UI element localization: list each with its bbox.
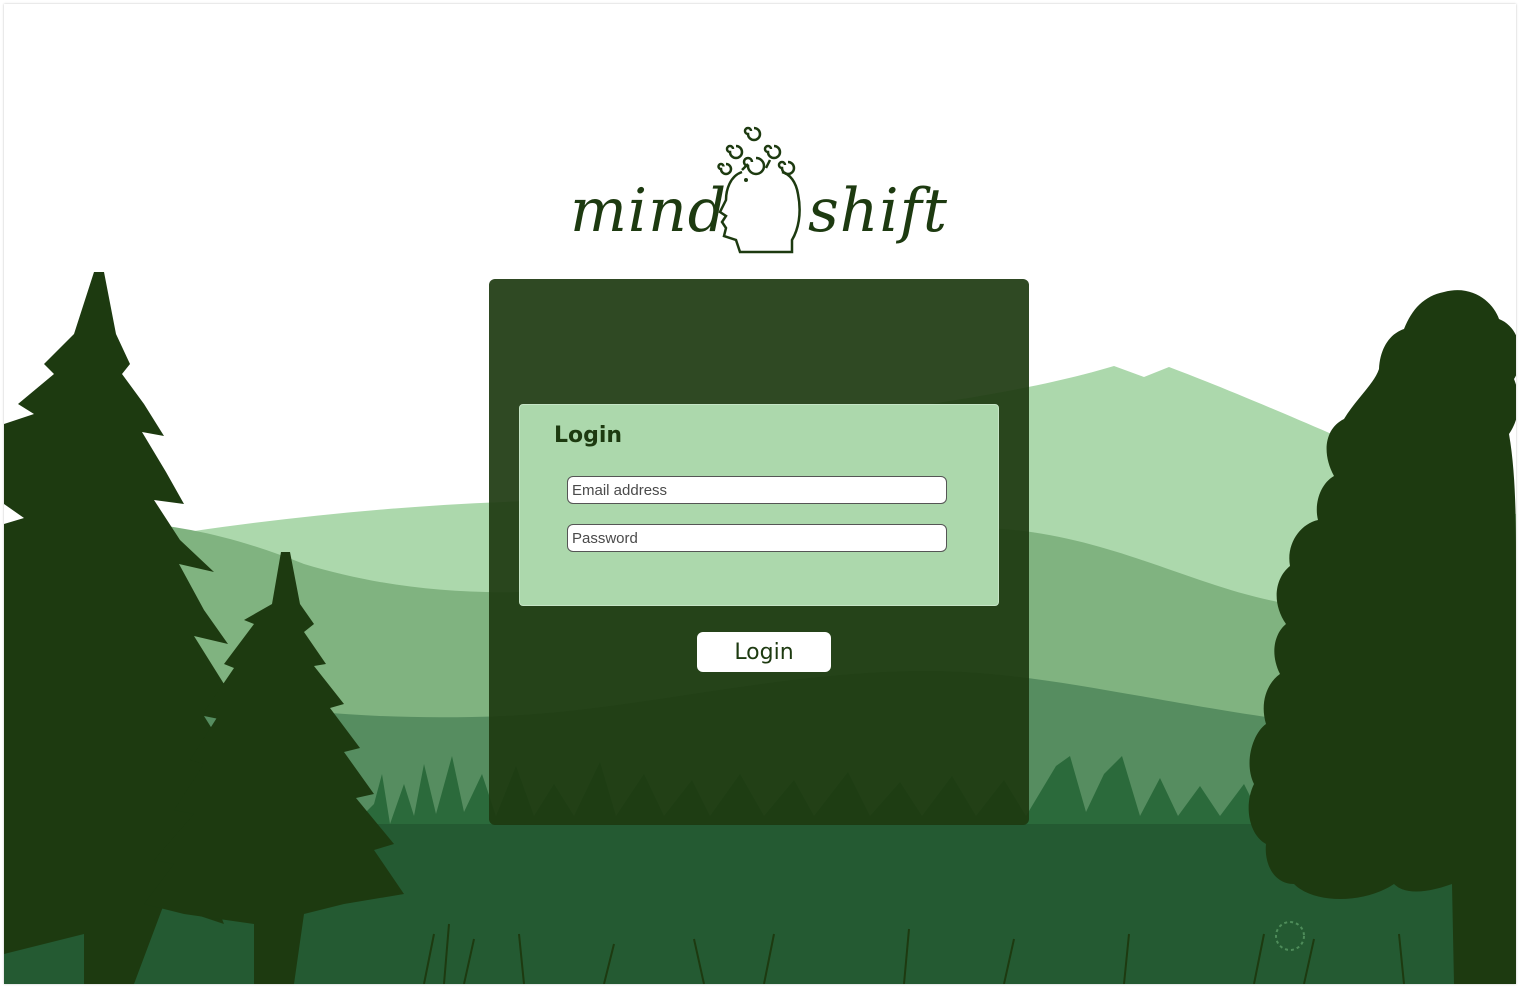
brand-logo: mind shift [564,116,947,266]
login-form-panel: Login [519,404,999,606]
app-window: mind shift Login Email address Login [4,4,1516,984]
login-button[interactable]: Login [697,632,831,672]
email-input[interactable] [568,477,946,503]
brand-name-right: shift [808,176,948,246]
email-field[interactable] [567,476,947,504]
right-deciduous-tree [1248,290,1516,984]
head-with-spirals-icon [717,126,801,254]
brand-name-left: mind [570,176,728,246]
password-field[interactable] [567,524,947,552]
login-card: Login Login [489,279,1029,825]
login-title: Login [554,423,623,448]
password-input[interactable] [568,525,946,551]
